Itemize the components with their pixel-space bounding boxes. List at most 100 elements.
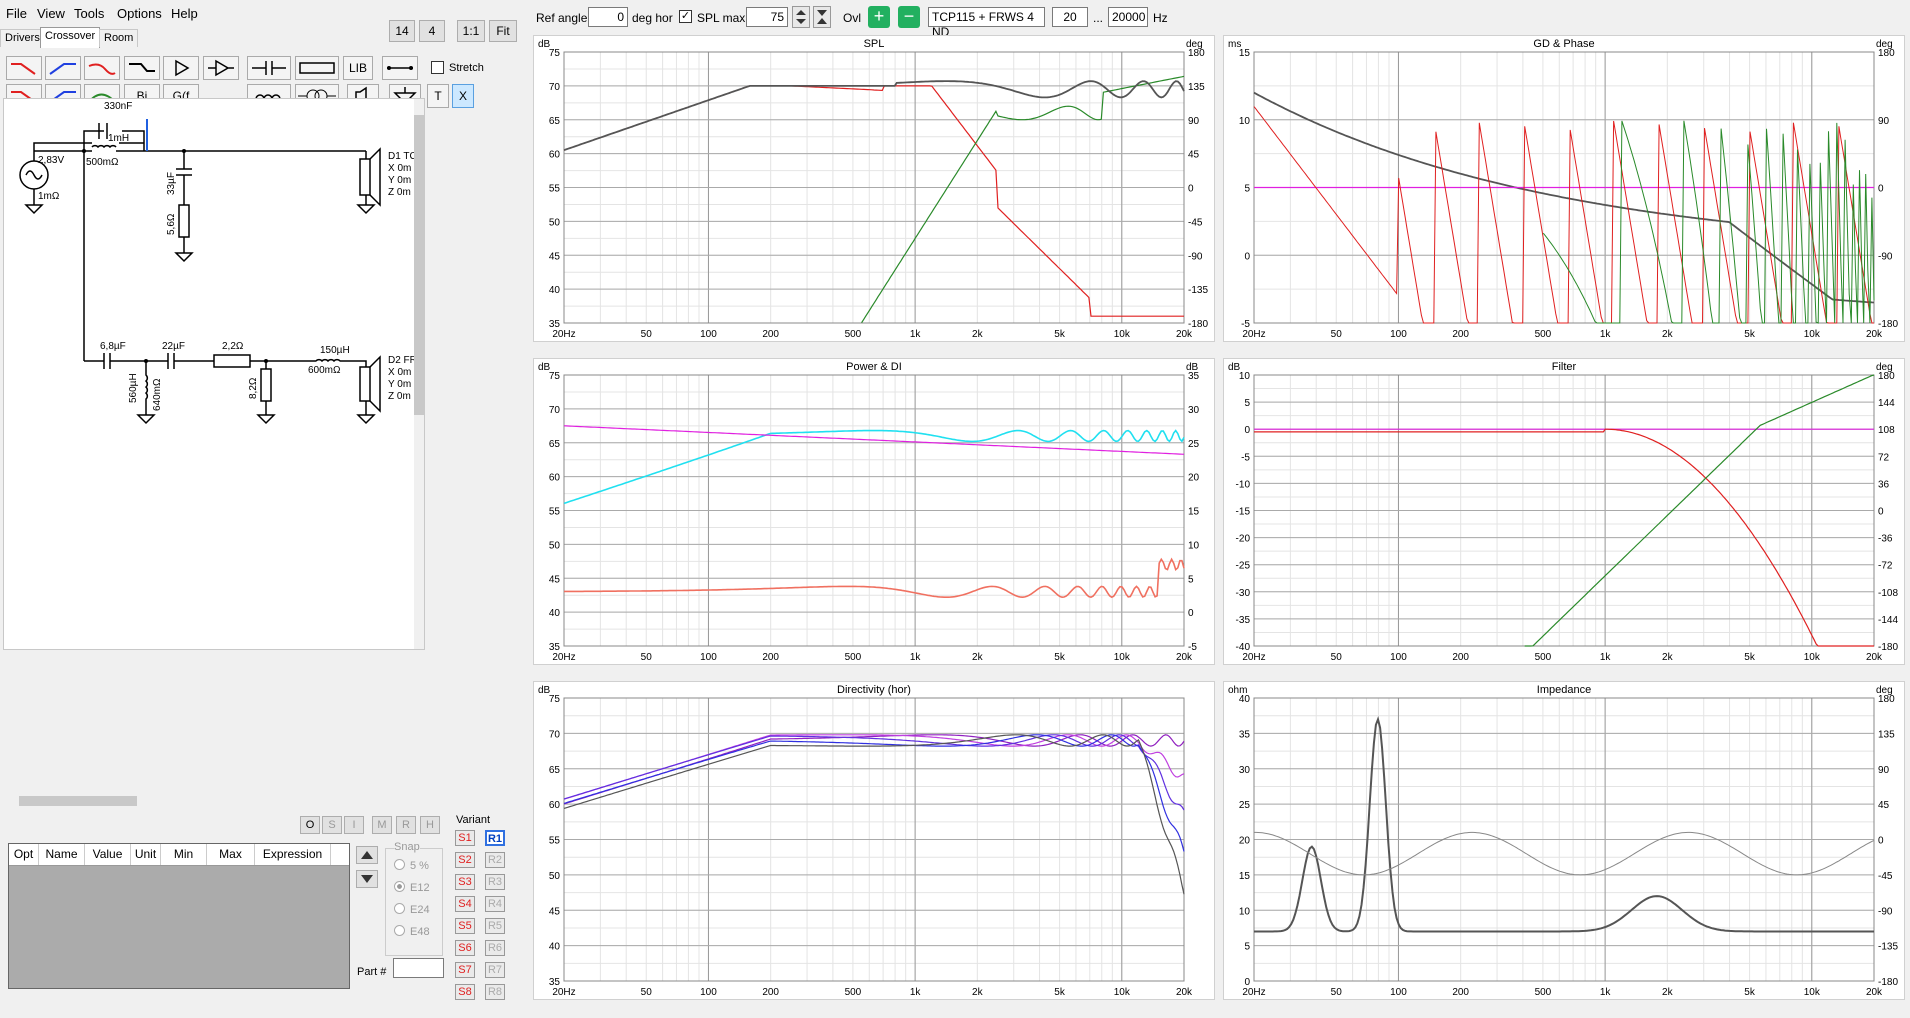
stretch-checkbox[interactable] [431,61,444,74]
variant-s2-button[interactable]: S2 [455,852,475,868]
menu-options[interactable]: Options [117,6,162,21]
y2-unit-label: deg [1876,362,1893,373]
variant-r7-button[interactable]: R7 [485,962,505,978]
snap-option-e48[interactable]: E48 [394,925,430,938]
variant-s4-button[interactable]: S4 [455,896,475,912]
highpass-blue-tool[interactable] [45,56,81,80]
y-tick-label: 15 [1239,871,1251,882]
x-tick-label: 200 [762,329,779,340]
snap-option-5[interactable]: 5 % [394,859,429,872]
col-header-expression[interactable]: Expression [255,844,331,865]
y-tick-label: 70 [549,405,561,416]
amplifier-tool[interactable] [163,56,199,80]
schematic-hscroll[interactable] [3,794,498,808]
col-header-max[interactable]: Max [207,844,255,865]
col-header-min[interactable]: Min [161,844,207,865]
y2-tick-label: 5 [1188,574,1194,585]
y-tick-label: 10 [1239,116,1251,127]
menu-bar: File View Tools Options Help [0,0,530,28]
variant-s5-button[interactable]: S5 [455,918,475,934]
allpass-tool[interactable] [124,56,160,80]
parameter-table[interactable]: Opt Name Value Unit Min Max Expression [8,843,350,989]
plot-filter-svg: 1050-5-10-15-20-25-30-35-401801441087236… [1228,362,1898,663]
col-header-unit[interactable]: Unit [131,844,161,865]
spl-max-input[interactable]: 75 [746,7,788,27]
zoom-4-button[interactable]: 4 [419,20,445,42]
y-tick-label: 50 [549,217,561,228]
o-button[interactable]: O [300,816,320,834]
lowpass-red-tool[interactable] [6,56,42,80]
menu-help[interactable]: Help [171,6,198,21]
overlay-add-icon[interactable]: + [868,6,890,28]
plot-filter[interactable]: Filter 10 5 0 -5 -10 -15 -20 -25 -30 -35 -40 180 144 1… [1223,358,1905,665]
variant-r8-button[interactable]: R8 [485,984,505,1000]
x-tick-label: 20Hz [1242,652,1265,663]
snap-option-e24[interactable]: E24 [394,903,430,916]
plot-gd[interactable]: GD & Phase 15 10 5 0 -5 180 90 0 -90 -180 20Hz 50 100… [1223,35,1905,342]
move-up-button[interactable] [356,846,378,864]
col-header-opt[interactable]: Opt [9,844,39,865]
variant-s7-button[interactable]: S7 [455,962,475,978]
crossover-schematic: 330nF 1mH 500mΩ 2,83V 1mΩ 33µF 5,6Ω D1 T… [19,101,424,425]
variant-s3-button[interactable]: S3 [455,874,475,890]
snap-label: Snap [394,841,420,853]
freq-max-input[interactable]: 20000 [1108,7,1148,27]
plot-dir[interactable]: Directivity (hor) 75 70 65 60 55 50 45 40 35 20Hz 5… [533,681,1215,1000]
capacitor-tool[interactable] [247,56,291,80]
variant-r1-button[interactable]: R1 [485,830,505,846]
freq-min-input[interactable]: 20 [1052,7,1088,27]
lowpass-shelf-tool[interactable] [84,56,120,80]
col-header-value[interactable]: Value [85,844,131,865]
variant-r5-button[interactable]: R5 [485,918,505,934]
plot-spl[interactable]: SPL 75 70 65 60 55 50 45 40 35 180 135 90 45 0 -45 -90 -1… [533,35,1215,342]
part-number-input[interactable] [393,958,444,978]
variant-s1-button[interactable]: S1 [455,830,475,846]
wire-tool[interactable] [382,56,418,80]
library-button[interactable]: LIB [343,56,373,80]
spl-max-checkbox[interactable]: ✓ [679,10,692,23]
tab-room[interactable]: Room [99,29,139,47]
plot-imp[interactable]: Impedance 40 35 30 25 20 15 10 5 0 180 135 90 45 0 -45-… [1223,681,1905,1000]
spl-autoscale-button[interactable] [813,6,831,28]
fit-button[interactable]: Fit [489,20,517,42]
resistor-tool[interactable] [295,56,339,80]
menu-view[interactable]: View [37,6,65,21]
col-header-name[interactable]: Name [39,844,85,865]
s-button[interactable]: S [322,816,342,834]
y-tick-label: 75 [549,371,561,382]
i-button[interactable]: I [344,816,364,834]
move-down-button[interactable] [356,870,378,888]
x-tick-label: 20Hz [1242,987,1265,998]
menu-file[interactable]: File [6,6,27,21]
h-button[interactable]: H [420,816,440,834]
y-tick-label: 20 [1239,836,1251,847]
overlay-remove-icon[interactable]: − [898,6,920,28]
text-tool[interactable]: T [427,84,449,108]
r-button[interactable]: R [396,816,416,834]
variant-s6-button[interactable]: S6 [455,940,475,956]
buffer-tool[interactable] [203,56,239,80]
variant-r6-button[interactable]: R6 [485,940,505,956]
variant-s8-button[interactable]: S8 [455,984,475,1000]
y-tick-label: 45 [549,574,561,585]
schematic-canvas[interactable]: 330nF 1mH 500mΩ 2,83V 1mΩ 33µF 5,6Ω D1 T… [3,98,425,650]
spl-max-spinner[interactable] [792,6,810,28]
plot-pdi[interactable]: Power & DI 75 70 65 60 55 50 45 40 35 35 30 25 20 15 10… [533,358,1215,665]
tab-crossover[interactable]: Crossover [40,27,101,48]
variant-r2-button[interactable]: R2 [485,852,505,868]
snap-option-e12[interactable]: E12 [394,881,430,894]
l1-label: 1mH [108,133,129,144]
variant-r4-button[interactable]: R4 [485,896,505,912]
variant-r3-button[interactable]: R3 [485,874,505,890]
ref-angle-input[interactable]: 0 [588,7,628,27]
schematic-vscroll[interactable] [414,99,424,649]
m-button[interactable]: M [372,816,392,834]
zoom-14-button[interactable]: 14 [389,20,415,42]
zoom-1-1-button[interactable]: 1:1 [457,20,485,42]
delete-tool[interactable]: X [452,84,474,108]
y-tick-label: 5 [1244,398,1250,409]
tab-drivers[interactable]: Drivers [0,29,45,47]
project-name-field[interactable]: TCP115 + FRWS 4 ND [928,7,1045,39]
menu-tools[interactable]: Tools [74,6,104,21]
d2-x-label: X 0m [388,367,411,378]
